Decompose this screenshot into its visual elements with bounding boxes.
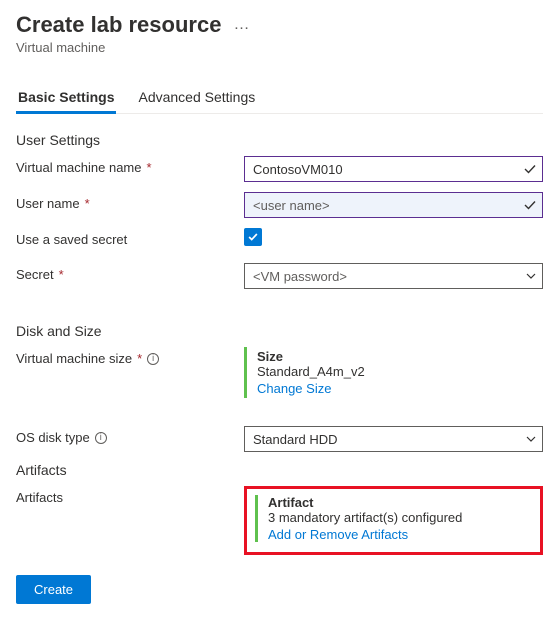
user-name-label: User name: [16, 196, 80, 211]
section-artifacts: Artifacts: [16, 462, 543, 478]
required-icon: *: [85, 196, 90, 211]
os-disk-select[interactable]: [244, 426, 543, 452]
artifacts-value: 3 mandatory artifact(s) configured: [268, 510, 532, 525]
vm-size-label: Virtual machine size: [16, 351, 132, 366]
section-disk-size: Disk and Size: [16, 323, 543, 339]
saved-secret-checkbox[interactable]: [244, 228, 262, 246]
info-icon[interactable]: i: [147, 353, 159, 365]
user-name-input[interactable]: [244, 192, 543, 218]
artifacts-label: Artifacts: [16, 490, 63, 505]
secret-input[interactable]: [244, 263, 543, 289]
required-icon: *: [147, 160, 152, 175]
tab-basic-settings[interactable]: Basic Settings: [16, 83, 116, 113]
artifacts-heading: Artifact: [268, 495, 532, 510]
vm-name-input[interactable]: [244, 156, 543, 182]
section-user-settings: User Settings: [16, 132, 543, 148]
change-size-link[interactable]: Change Size: [257, 381, 543, 396]
vm-size-value: Standard_A4m_v2: [257, 364, 543, 379]
saved-secret-label: Use a saved secret: [16, 232, 127, 247]
more-icon[interactable]: …: [233, 16, 250, 34]
vm-name-label: Virtual machine name: [16, 160, 142, 175]
artifacts-highlight-box: Artifact 3 mandatory artifact(s) configu…: [244, 486, 543, 555]
create-button[interactable]: Create: [16, 575, 91, 604]
os-disk-label: OS disk type: [16, 430, 90, 445]
add-remove-artifacts-link[interactable]: Add or Remove Artifacts: [268, 527, 532, 542]
page-subtitle: Virtual machine: [16, 40, 543, 55]
secret-label: Secret: [16, 267, 54, 282]
page-title: Create lab resource: [16, 12, 221, 38]
required-icon: *: [137, 351, 142, 366]
tab-advanced-settings[interactable]: Advanced Settings: [136, 83, 257, 113]
tabs: Basic Settings Advanced Settings: [16, 83, 543, 114]
required-icon: *: [59, 267, 64, 282]
info-icon[interactable]: i: [95, 432, 107, 444]
vm-size-block: Size Standard_A4m_v2 Change Size: [244, 347, 543, 398]
vm-size-heading: Size: [257, 349, 543, 364]
